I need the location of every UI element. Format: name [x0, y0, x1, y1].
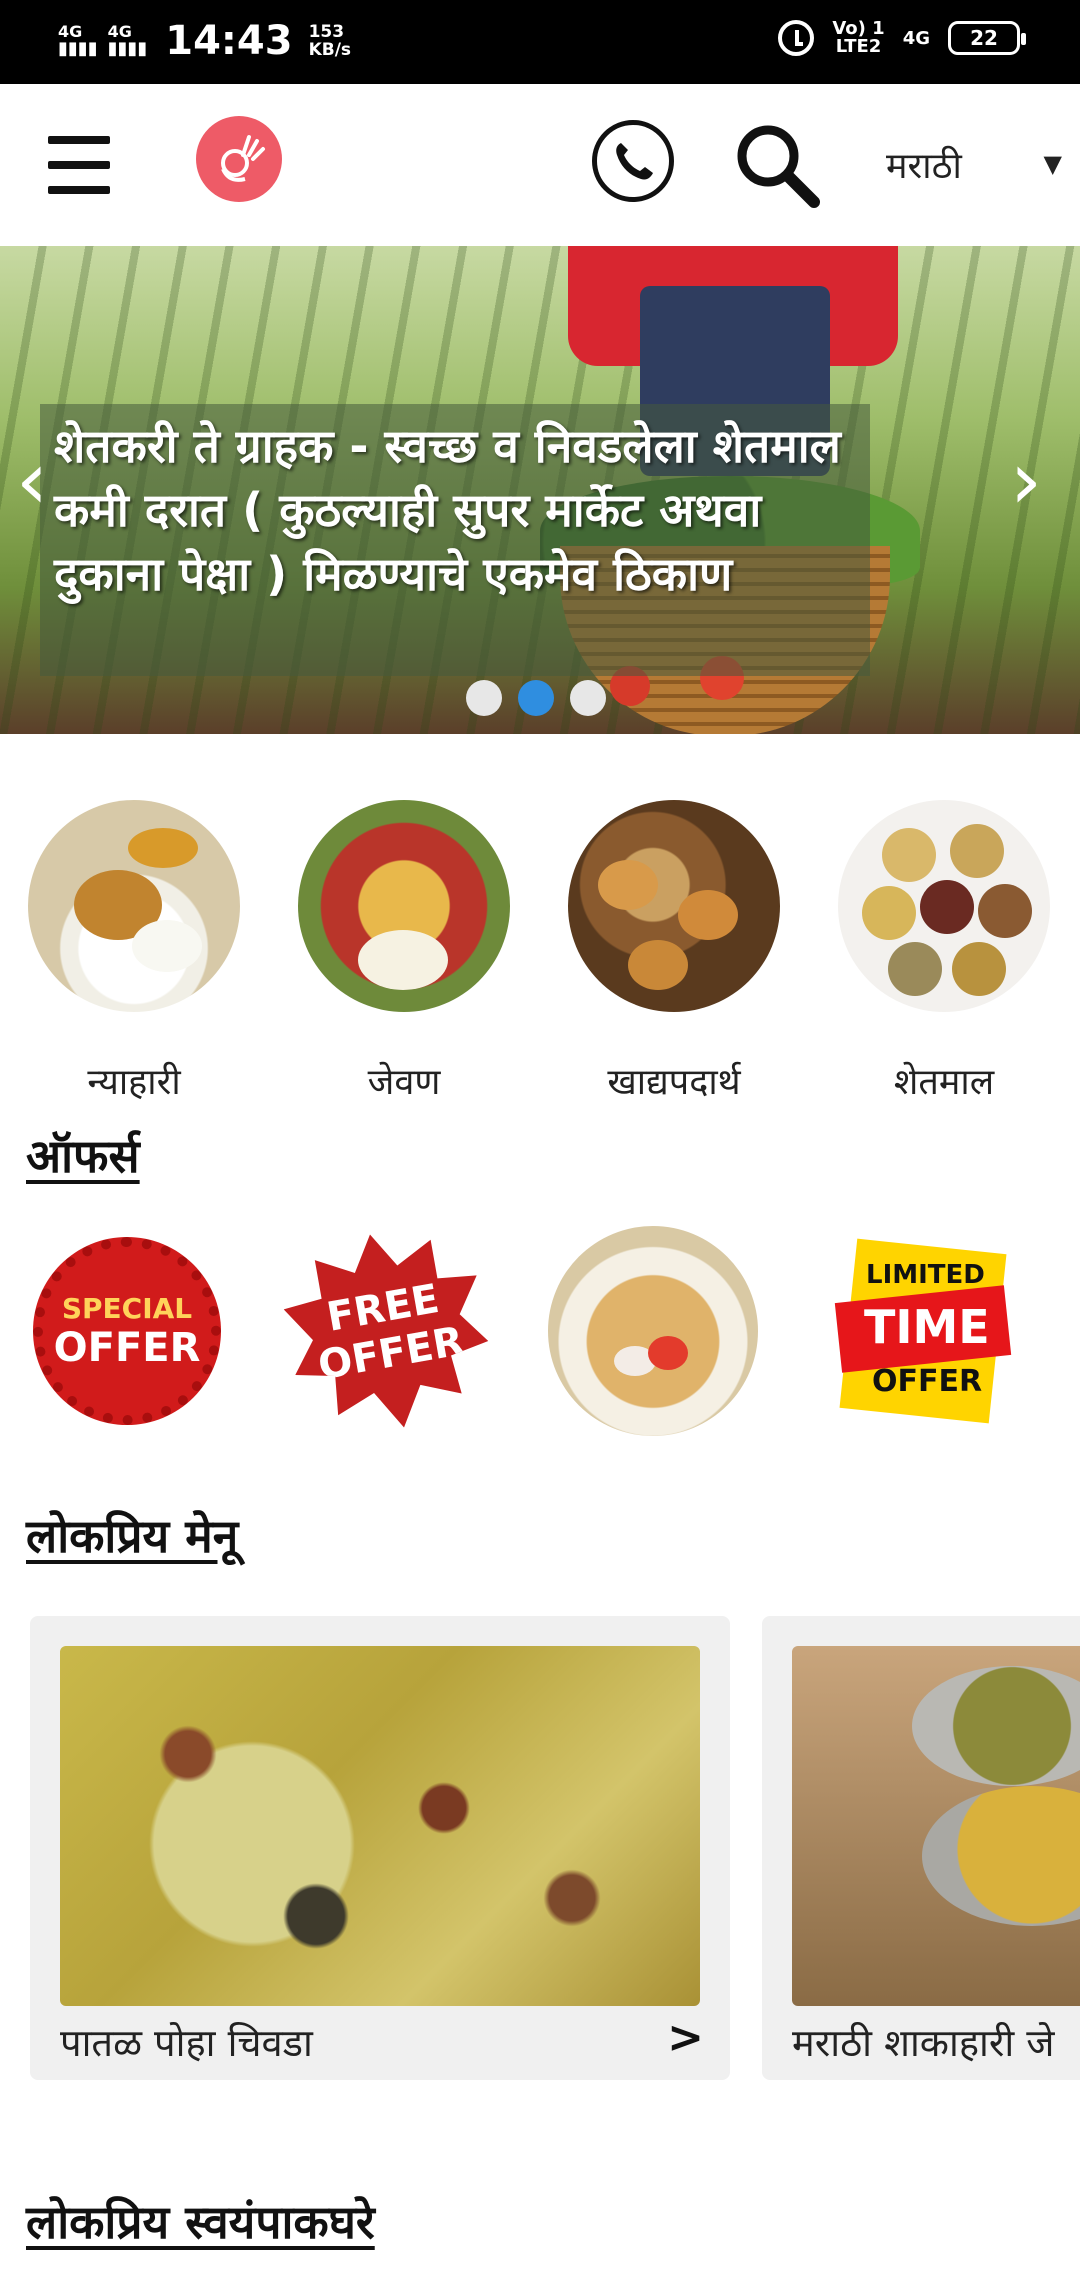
food-shape: [912, 1666, 1080, 1786]
net-type: 4G: [902, 27, 930, 49]
speed-unit: KB/s: [308, 40, 352, 60]
food-shape: [358, 930, 448, 990]
category-image: [28, 800, 240, 1012]
menu-image: [792, 1646, 1080, 2006]
menu-image: [60, 1646, 700, 2006]
food-shape: [132, 920, 202, 972]
popular-kitchens-title: लोकप्रिय स्वयंपाकघरे: [26, 2195, 375, 2249]
battery-icon: 22: [948, 21, 1026, 55]
status-bar: 4G ▮▮▮▮ 4G ▮▮▮▮ 14:43 153 KB/s Vo) 1 LTE…: [0, 0, 1080, 84]
category-image: [298, 800, 510, 1012]
category-label: न्याहारी: [87, 1062, 181, 1103]
carousel-next-icon[interactable]: ›: [1010, 436, 1060, 526]
banner-caption: शेतकरी ते ग्राहक - स्वच्छ व निवडलेला शेत…: [40, 404, 870, 676]
language-label: मराठी: [886, 145, 962, 187]
grain-shape: [920, 880, 974, 934]
carousel-prev-icon[interactable]: ‹: [16, 436, 66, 526]
phone-icon[interactable]: [592, 120, 674, 202]
offer-paratha[interactable]: [548, 1226, 758, 1436]
chevron-down-icon: ▼: [1043, 150, 1062, 178]
magnifier-icon: [737, 125, 820, 208]
logo-icon[interactable]: [196, 116, 282, 202]
popular-menu-title: लोकप्रिय मेनू: [26, 1509, 239, 1563]
alarm-icon: [778, 20, 815, 56]
menu-line: [48, 186, 110, 194]
menu-line: [48, 161, 110, 169]
carousel-dot-active[interactable]: [518, 680, 554, 716]
category-label: जेवण: [367, 1062, 441, 1103]
offer-line: SPECIAL: [61, 1291, 193, 1325]
signal-label-1: 4G: [58, 22, 83, 41]
signal-label-2: 4G: [107, 22, 132, 41]
category-list: न्याहारी जेवण खाद्यपदार्थ शेतमाल: [0, 800, 1080, 1110]
menu-line: [48, 136, 110, 144]
offer-food-image: [548, 1226, 758, 1436]
category-breakfast[interactable]: न्याहारी: [24, 800, 244, 1110]
category-label: शेतमाल: [893, 1062, 995, 1103]
food-shape: [678, 890, 738, 940]
ok-hand-icon: [221, 135, 265, 182]
menu-card[interactable]: मराठी शाकाहारी जे: [762, 1616, 1080, 2080]
grain-shape: [888, 942, 942, 996]
app-header: मराठी ▼: [0, 84, 1080, 246]
grain-shape: [952, 942, 1006, 996]
food-shape: [128, 828, 198, 868]
banner-text: शेतकरी ते ग्राहक - स्वच्छ व निवडलेला शेत…: [54, 419, 841, 601]
grain-shape: [882, 828, 936, 882]
category-farm-produce[interactable]: शेतमाल: [834, 800, 1054, 1110]
grain-shape: [862, 886, 916, 940]
food-shape: [628, 940, 688, 990]
free-offer-badge: FREE OFFER: [273, 1217, 500, 1444]
offers-title: ऑफर्स: [26, 1129, 140, 1183]
volte-indicator: Vo) 1 LTE2: [832, 20, 884, 56]
offers-list: SPECIAL OFFER FREE OFFER LIMITED TIME OF…: [0, 1226, 1080, 1442]
food-shape: [922, 1786, 1080, 1926]
offer-limited-time[interactable]: LIMITED TIME OFFER: [816, 1226, 1026, 1436]
chevron-right-icon[interactable]: >: [667, 2012, 704, 2063]
grain-shape: [978, 884, 1032, 938]
status-time: 14:43: [165, 18, 293, 64]
category-label: खाद्यपदार्थ: [607, 1062, 741, 1103]
offer-line: OFFER: [872, 1364, 983, 1399]
search-icon[interactable]: [730, 118, 826, 214]
signal-icon-1: 4G ▮▮▮▮: [58, 22, 98, 59]
volte-bottom: LTE2: [835, 36, 882, 57]
limited-time-badge: LIMITED TIME OFFER: [828, 1236, 1014, 1426]
popular-menu-list: पातळ पोहा चिवडा > मराठी शाकाहारी जे: [0, 1616, 1080, 2082]
offer-free[interactable]: FREE OFFER: [282, 1226, 492, 1436]
category-meal[interactable]: जेवण: [294, 800, 514, 1110]
category-snacks[interactable]: खाद्यपदार्थ: [564, 800, 784, 1110]
phone-handset-icon: [616, 143, 653, 180]
menu-card[interactable]: पातळ पोहा चिवडा >: [30, 1616, 730, 2080]
food-shape: [598, 860, 658, 910]
status-right: Vo) 1 LTE2 4G 22: [778, 20, 1026, 56]
menu-name: पातळ पोहा चिवडा: [60, 2021, 313, 2065]
menu-icon[interactable]: [48, 136, 110, 194]
menu-name: मराठी शाकाहारी जे: [792, 2021, 1055, 2065]
carousel-dots: [466, 680, 606, 716]
offer-line: TIME: [864, 1300, 990, 1354]
banner-carousel[interactable]: शेतकरी ते ग्राहक - स्वच्छ व निवडलेला शेत…: [0, 246, 1080, 734]
grain-shape: [950, 824, 1004, 878]
status-left: 4G ▮▮▮▮ 4G ▮▮▮▮ 14:43 153 KB/s: [58, 18, 351, 64]
carousel-dot[interactable]: [466, 680, 502, 716]
carousel-dot[interactable]: [570, 680, 606, 716]
signal-icon-2: 4G ▮▮▮▮: [107, 22, 148, 59]
speed-value: 153: [308, 22, 345, 42]
network-speed: 153 KB/s: [309, 23, 351, 59]
category-image: [568, 800, 780, 1012]
offer-line: OFFER: [53, 1324, 201, 1371]
food-shape: [648, 1336, 688, 1370]
language-select[interactable]: मराठी ▼: [886, 136, 1062, 192]
battery-level: 22: [970, 26, 998, 50]
special-offer-badge: SPECIAL OFFER: [33, 1237, 221, 1425]
category-image: [838, 800, 1050, 1012]
offer-line: LIMITED: [866, 1260, 985, 1290]
offer-special[interactable]: SPECIAL OFFER: [22, 1226, 232, 1436]
